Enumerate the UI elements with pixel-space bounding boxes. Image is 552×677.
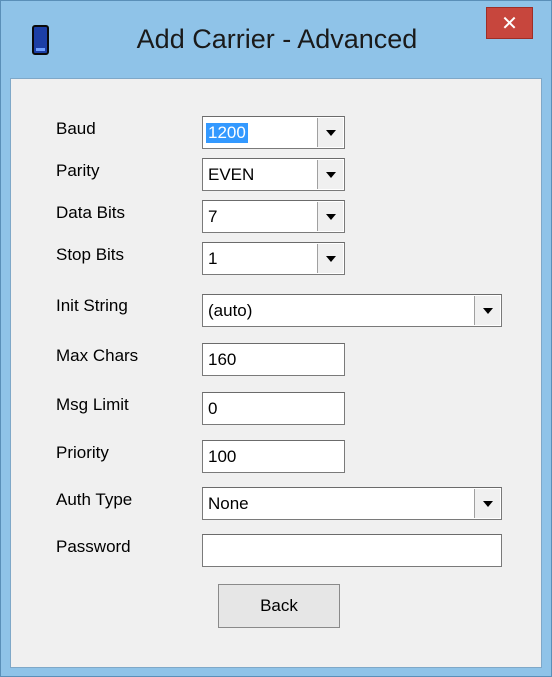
init-string-label: Init String (56, 296, 128, 315)
baud-select[interactable]: 1200 (202, 116, 345, 149)
stop-bits-label: Stop Bits (56, 245, 125, 264)
chevron-down-icon (326, 130, 336, 136)
chevron-down-icon (483, 308, 493, 314)
max-chars-input[interactable]: 160 (202, 343, 345, 376)
dialog-window: Add Carrier - Advanced ✕ Baud 1200 Parit… (0, 0, 552, 677)
chevron-down-icon (326, 172, 336, 178)
window-title: Add Carrier - Advanced (136, 24, 418, 54)
data-bits-label: Data Bits (56, 203, 125, 222)
init-string-dropdown-button[interactable] (474, 296, 500, 325)
parity-label: Parity (56, 161, 100, 180)
msg-limit-value: 0 (208, 399, 218, 418)
max-chars-label: Max Chars (56, 346, 139, 365)
parity-dropdown-button[interactable] (317, 160, 343, 189)
init-string-select[interactable]: (auto) (202, 294, 502, 327)
chevron-down-icon (326, 214, 336, 220)
baud-label: Baud (56, 119, 96, 138)
data-bits-select[interactable]: 7 (202, 200, 345, 233)
data-bits-dropdown-button[interactable] (317, 202, 343, 231)
msg-limit-label: Msg Limit (56, 395, 129, 414)
chevron-down-icon (483, 501, 493, 507)
auth-type-select[interactable]: None (202, 487, 502, 520)
init-string-value: (auto) (208, 301, 253, 320)
back-button[interactable]: Back (218, 584, 340, 628)
auth-type-dropdown-button[interactable] (474, 489, 500, 518)
stop-bits-dropdown-button[interactable] (317, 244, 343, 273)
title-bar[interactable]: Add Carrier - Advanced ✕ (1, 1, 551, 77)
parity-value: EVEN (208, 165, 255, 184)
priority-value: 100 (208, 447, 237, 466)
parity-select[interactable]: EVEN (202, 158, 345, 191)
stop-bits-select[interactable]: 1 (202, 242, 345, 275)
dialog-body: Baud 1200 Parity EVEN Data Bits 7 Stop B… (10, 78, 542, 668)
chevron-down-icon (326, 256, 336, 262)
close-button[interactable]: ✕ (486, 7, 533, 39)
msg-limit-input[interactable]: 0 (202, 392, 345, 425)
priority-input[interactable]: 100 (202, 440, 345, 473)
close-icon: ✕ (501, 11, 518, 35)
password-input[interactable] (202, 534, 502, 567)
auth-type-value: None (208, 494, 249, 513)
max-chars-value: 160 (208, 350, 237, 369)
stop-bits-value: 1 (208, 249, 218, 268)
baud-value: 1200 (206, 123, 248, 143)
password-label: Password (56, 537, 131, 556)
priority-label: Priority (56, 443, 109, 462)
baud-dropdown-button[interactable] (317, 118, 343, 147)
data-bits-value: 7 (208, 207, 218, 226)
auth-type-label: Auth Type (56, 490, 133, 509)
